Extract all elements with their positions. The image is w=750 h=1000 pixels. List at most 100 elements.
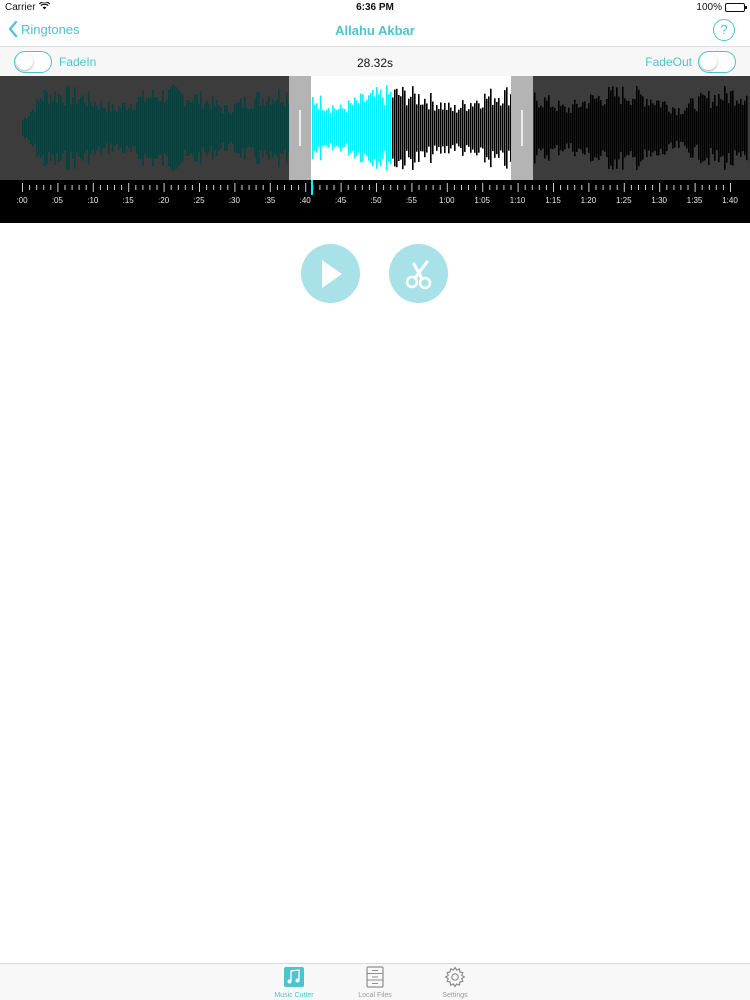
- waveform-bar: [460, 107, 462, 149]
- timeline-tick: [248, 185, 250, 190]
- waveform-bar: [620, 104, 622, 152]
- waveform-bar: [716, 106, 718, 150]
- timeline-label: 1:00: [439, 196, 455, 205]
- waveform-bar: [90, 101, 92, 154]
- waveform-bar: [278, 88, 280, 168]
- waveform-bar: [64, 105, 66, 151]
- timeline-tick: [383, 185, 385, 190]
- waveform-bar: [638, 89, 640, 167]
- waveform-bar: [314, 104, 316, 152]
- timeline-tick: [545, 185, 547, 190]
- timeline-tick: [652, 185, 654, 190]
- waveform-bar: [402, 86, 404, 170]
- timeline-tick: [326, 185, 328, 190]
- cut-button[interactable]: [389, 244, 448, 303]
- waveform-bar: [406, 105, 408, 151]
- waveform-bar: [120, 108, 122, 148]
- waveform-bar: [600, 100, 602, 156]
- timeline-tick: [262, 185, 264, 190]
- waveform-bar: [132, 109, 134, 147]
- timeline-tick: [213, 185, 215, 190]
- timeline-tick: [503, 185, 505, 190]
- waveform-bar: [556, 111, 558, 145]
- waveform-bar: [584, 101, 586, 155]
- waveform-bar: [172, 84, 174, 172]
- waveform-bar: [312, 97, 314, 159]
- waveform-bar: [84, 103, 86, 153]
- waveform-bar: [614, 96, 616, 160]
- waveform-bar: [646, 98, 648, 158]
- waveform-bar: [622, 86, 624, 170]
- waveform-bar: [224, 105, 226, 151]
- waveform-bar: [624, 98, 626, 158]
- waveform-bar: [446, 109, 448, 147]
- timeline-label: :00: [16, 196, 28, 205]
- timeline-tick: [390, 185, 392, 190]
- waveform-bar: [744, 100, 746, 156]
- waveform-bar: [252, 109, 254, 147]
- waveform-bar: [186, 100, 188, 156]
- fade-out-toggle[interactable]: [698, 51, 736, 73]
- waveform-bar: [130, 104, 132, 153]
- waveform-bar: [424, 98, 426, 158]
- waveform-bar: [376, 87, 378, 169]
- waveform-bar: [412, 86, 414, 170]
- waveform-bar: [708, 91, 710, 165]
- waveform-bar: [388, 94, 390, 162]
- waveform-bar: [694, 109, 696, 147]
- navigation-bar: Ringtones Allahu Akbar ?: [0, 16, 750, 46]
- waveform-bar: [666, 104, 668, 152]
- waveform-bar: [394, 89, 396, 167]
- waveform-bar: [428, 109, 430, 147]
- waveform-bar: [264, 106, 266, 150]
- waveform-bar: [652, 103, 654, 153]
- timeline-tick: [291, 185, 292, 190]
- waveform-bar: [546, 100, 548, 156]
- file-cabinet-icon: [366, 966, 384, 988]
- waveform-bar: [484, 93, 486, 163]
- waveform-bar: [56, 102, 58, 154]
- timeline-tick: [553, 183, 554, 192]
- play-button[interactable]: [301, 244, 360, 303]
- gear-icon: [444, 966, 466, 988]
- help-button[interactable]: ?: [713, 19, 735, 41]
- waveform-bar: [538, 107, 540, 149]
- waveform-bar: [470, 103, 472, 153]
- waveform-bar: [420, 104, 422, 152]
- tab-local-files[interactable]: Local Files: [345, 966, 405, 999]
- waveform-bar: [726, 93, 728, 163]
- waveform-bar: [474, 103, 476, 153]
- waveform-bar: [178, 90, 180, 166]
- timeline-tick: [170, 185, 172, 190]
- tab-settings[interactable]: Settings: [425, 966, 485, 999]
- waveform-bar: [258, 91, 260, 165]
- left-handle-grip: [299, 110, 301, 146]
- waveform-editor[interactable]: [0, 76, 750, 180]
- waveform-bar: [704, 95, 706, 161]
- waveform-bar: [162, 90, 164, 166]
- waveform-bar: [238, 102, 240, 154]
- waveform-bar: [58, 93, 60, 163]
- waveform-bar: [370, 93, 372, 163]
- waveform-bar: [562, 104, 564, 152]
- waveform-bar: [486, 98, 488, 158]
- waveform-bar: [554, 107, 556, 149]
- waveform-bar: [126, 110, 128, 146]
- waveform-bar: [202, 109, 204, 147]
- waveform-bar: [464, 104, 466, 152]
- waveform-bar: [204, 103, 206, 153]
- timeline-label: 1:35: [687, 196, 703, 205]
- waveform-bar: [502, 103, 504, 153]
- waveform-bar: [170, 87, 172, 169]
- waveform-bar: [676, 115, 678, 141]
- waveform-bar: [344, 109, 346, 148]
- timeline-tick: [715, 185, 717, 190]
- waveform-bar: [724, 86, 726, 170]
- tab-music-cutter[interactable]: Music Cutter: [264, 966, 324, 999]
- waveform-bar: [702, 94, 704, 162]
- waveform-bar: [626, 100, 628, 156]
- waveform-bar: [324, 110, 326, 146]
- waveform-bar: [212, 96, 214, 160]
- timeline-tick: [439, 185, 441, 190]
- waveform-bar: [706, 98, 708, 158]
